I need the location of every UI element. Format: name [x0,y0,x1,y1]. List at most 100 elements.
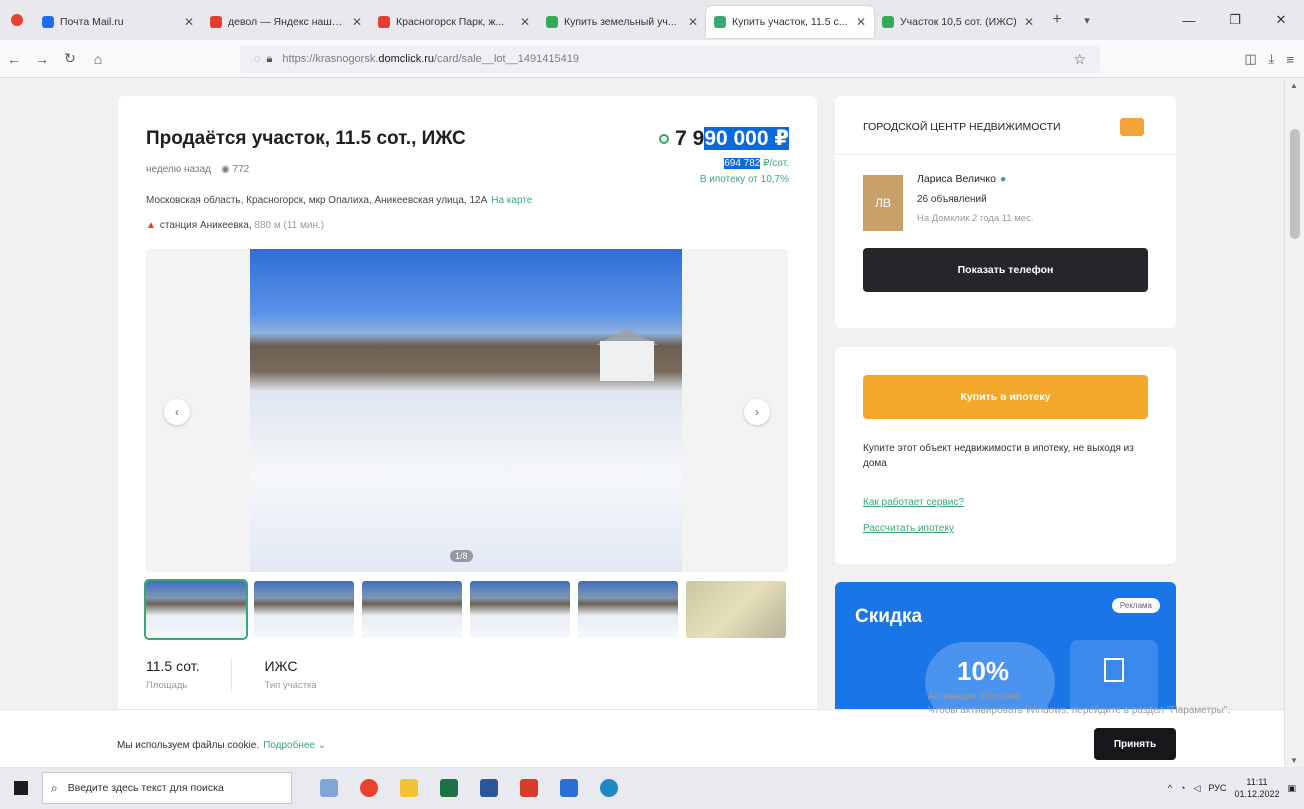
back-icon[interactable]: ← [0,51,28,67]
scrollbar-thumb[interactable] [1290,129,1300,239]
taskbar-search[interactable]: ⌕ Введите здесь текст для поиска [42,772,292,804]
edge-icon[interactable] [592,772,626,804]
how-it-works-link[interactable]: Как работает сервис? [863,497,964,508]
restore-icon[interactable]: ❐ [1212,0,1258,40]
firefox-icon[interactable] [352,772,386,804]
page-scrollbar[interactable]: ▲ ▼ [1284,79,1304,767]
windows-taskbar: ⌕ Введите здесь текст для поиска ^ ◔ ◁ Р… [0,767,1304,809]
photo-gallery[interactable]: 1/8 ‹ › [146,249,788,572]
thumbnail-5[interactable] [578,581,678,638]
gallery-next-button[interactable]: › [744,399,770,425]
price-dot-icon [659,134,670,145]
ad-badge: Реклама [1111,598,1160,613]
shield-icon: ◌ [254,53,261,65]
pocket-icon[interactable]: ◫ [1244,51,1256,67]
cookie-more-link[interactable]: Подробнее [263,740,315,751]
network-icon[interactable]: ◔ [1180,783,1185,793]
acrobat-icon[interactable] [512,772,546,804]
thumbnail-strip [144,579,788,640]
volume-icon[interactable]: ◁ [1193,783,1200,794]
ad-percent: 10% [957,656,1010,686]
weather-icon[interactable] [312,772,346,804]
browser-app-icon[interactable] [0,0,34,40]
show-phone-button[interactable]: Показать телефон [863,248,1148,292]
main-photo[interactable]: 1/8 [250,249,682,572]
tab-title: Красногорск Парк, ж... [396,16,505,28]
menu-icon[interactable]: ≡ [1286,52,1294,67]
mortgage-text: Купите этот объект недвижимости в ипотек… [863,443,1134,469]
thumbnail-map[interactable] [686,581,786,638]
browser-tab[interactable]: Почта Mail.ru ✕ [34,6,202,38]
on-map-link[interactable]: На карте [491,195,532,206]
windows-activation-watermark: Активация Windows Чтобы активировать Win… [928,691,1231,716]
file-explorer-icon[interactable] [392,772,426,804]
chevron-down-icon: ⌄ [317,740,327,751]
scroll-down-icon[interactable]: ▼ [1290,756,1298,765]
ad-title: Скидка [855,606,923,627]
agency-logo [1120,118,1144,136]
url-path: /card/sale__lot__1491415419 [434,53,579,65]
thumbnail-1[interactable] [144,579,248,640]
cookie-accept-button[interactable]: Принять [1094,728,1176,760]
browser-tab[interactable]: Участок 10,5 сот. (ИЖС) ✕ [874,6,1042,38]
cookie-text: Мы используем файлы cookie. Подробнее ⌄ [117,740,327,751]
window-controls: — ❐ ✕ [1166,0,1304,40]
word-icon[interactable] [472,772,506,804]
listing-title: Продаётся участок, 11.5 сот., ИЖС [146,128,466,149]
minimize-icon[interactable]: — [1166,0,1212,40]
tab-title: девол — Яндекс нашлось [228,16,346,28]
thumbnail-3[interactable] [362,581,462,638]
clock[interactable]: 11:11 01.12.2022 [1234,776,1279,800]
address-bar[interactable]: ◌ 🔒︎ https://krasnogorsk. domclick.ru/car… [240,45,1100,73]
bookmark-star-icon[interactable]: ☆ [1073,51,1086,68]
price-per-sotka: 694 782 ₽/сот. [724,158,789,169]
url-domain: domclick.ru [378,53,435,65]
tab-title: Купить участок, 11.5 с... [732,16,848,28]
tab-close-icon[interactable]: ✕ [184,15,194,29]
verified-icon: ● [999,173,1007,185]
tab-close-icon[interactable]: ✕ [1024,15,1034,29]
tab-close-icon[interactable]: ✕ [688,15,698,29]
new-tab-button[interactable]: + [1042,11,1072,29]
metro-station: станция Аникеевка, [159,220,252,231]
scroll-up-icon[interactable]: ▲ [1290,81,1298,90]
buy-mortgage-button[interactable]: Купить в ипотеку [863,375,1148,419]
seller-ads-count[interactable]: 26 объявлений [917,194,987,205]
gallery-prev-button[interactable]: ‹ [164,399,190,425]
downloads-icon[interactable]: ⤓ [1269,51,1275,67]
system-tray: ^ ◔ ◁ РУС 11:11 01.12.2022 ▣ [1168,767,1296,809]
photos-icon[interactable] [552,772,586,804]
home-icon[interactable]: ⌂ [84,51,112,67]
reload-icon[interactable]: ↻ [56,50,84,67]
calculate-mortgage-link[interactable]: Рассчитать ипотеку [863,523,954,534]
browser-tab[interactable]: Купить участок, 11.5 с... ✕ [706,6,874,38]
tray-chevron-icon[interactable]: ^ [1168,783,1172,793]
photo-house [600,341,654,381]
windows-start-icon[interactable] [0,781,42,795]
search-icon: ⌕ [51,780,58,795]
mortgage-card: Купить в ипотеку Купите этот объект недв… [835,347,1176,564]
tab-close-icon[interactable]: ✕ [520,15,530,29]
excel-icon[interactable] [432,772,466,804]
mortgage-from-link[interactable]: В ипотеку от 10,7% [700,174,789,185]
tab-list-icon[interactable]: ▾ [1072,14,1102,27]
language-indicator[interactable]: РУС [1208,783,1226,793]
browser-tab[interactable]: девол — Яндекс нашлось ✕ [202,6,370,38]
page-viewport: Продаётся участок, 11.5 сот., ИЖС неделю… [0,79,1284,767]
seller-name: Лариса Величко ● [917,173,1007,185]
metro-icon: ▲ [146,220,156,231]
tab-close-icon[interactable]: ✕ [352,15,362,29]
thumbnail-4[interactable] [470,581,570,638]
seller-since: На Домклик 2 года 11 мес. [917,213,1034,224]
browser-tab[interactable]: Купить земельный уч... ✕ [538,6,706,38]
close-window-icon[interactable]: ✕ [1258,0,1304,40]
thumbnail-2[interactable] [254,581,354,638]
lock-icon: 🔒︎ [266,52,273,65]
forward-icon[interactable]: → [28,51,56,67]
tab-title: Участок 10,5 сот. (ИЖС) [900,16,1017,28]
agency-name[interactable]: ГОРОДСКОЙ ЦЕНТР НЕДВИЖИМОСТИ [863,121,1061,133]
browser-tab[interactable]: Красногорск Парк, ж... ✕ [370,6,538,38]
tab-close-icon[interactable]: ✕ [856,15,866,29]
notifications-icon[interactable]: ▣ [1287,783,1296,794]
tab-favicon-icon [882,16,894,28]
